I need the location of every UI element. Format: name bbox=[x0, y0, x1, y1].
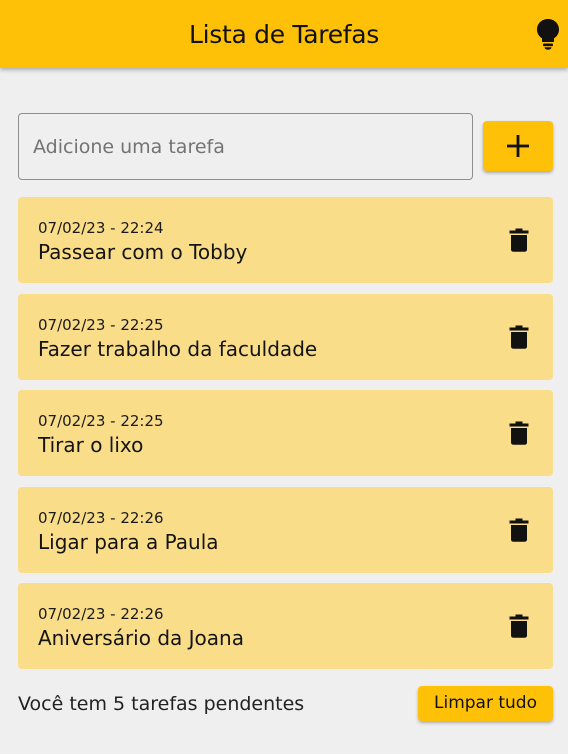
list-item: 07/02/23 - 22:25 Fazer trabalho da facul… bbox=[18, 293, 553, 380]
list-item: 07/02/23 - 22:26 Aniversário da Joana bbox=[18, 583, 553, 669]
trash-icon bbox=[509, 614, 529, 638]
task-input[interactable] bbox=[18, 113, 473, 180]
list-item: 07/02/23 - 22:24 Passear com o Tobby bbox=[18, 197, 553, 283]
clear-all-button[interactable]: Limpar tudo bbox=[418, 686, 553, 721]
footer: Você tem 5 tarefas pendentes Limpar tudo bbox=[18, 686, 553, 722]
trash-icon bbox=[509, 228, 529, 252]
app-bar: Lista de Tarefas bbox=[0, 0, 568, 68]
delete-task-button[interactable] bbox=[509, 421, 529, 445]
delete-task-button[interactable] bbox=[509, 325, 529, 349]
task-date: 07/02/23 - 22:25 bbox=[38, 412, 164, 430]
task-date: 07/02/23 - 22:26 bbox=[38, 508, 164, 527]
task-date: 07/02/23 - 22:24 bbox=[38, 219, 164, 237]
list-item: 07/02/23 - 22:26 Ligar para a Paula bbox=[18, 486, 553, 573]
task-list: 07/02/23 - 22:24 Passear com o Tobby 07/… bbox=[18, 197, 553, 680]
task-date: 07/02/23 - 22:25 bbox=[38, 315, 164, 334]
delete-task-button[interactable] bbox=[509, 228, 529, 252]
add-task-button[interactable] bbox=[483, 121, 553, 171]
page-title: Lista de Tarefas bbox=[188, 20, 380, 49]
task-title: Fazer trabalho da faculdade bbox=[38, 336, 318, 361]
task-title: Aniversário da Joana bbox=[38, 626, 244, 650]
pending-count-text: Você tem 5 tarefas pendentes bbox=[18, 693, 305, 715]
trash-icon bbox=[509, 421, 529, 445]
list-item: 07/02/23 - 22:25 Tirar o lixo bbox=[18, 390, 553, 476]
lightbulb-icon bbox=[537, 19, 559, 50]
trash-icon bbox=[509, 518, 529, 542]
delete-task-button[interactable] bbox=[509, 614, 529, 638]
task-title: Ligar para a Paula bbox=[38, 529, 219, 554]
delete-task-button[interactable] bbox=[509, 518, 529, 542]
task-title: Tirar o lixo bbox=[38, 433, 144, 457]
task-title: Passear com o Tobby bbox=[38, 240, 248, 264]
plus-icon bbox=[507, 135, 529, 157]
trash-icon bbox=[509, 325, 529, 349]
task-date: 07/02/23 - 22:26 bbox=[38, 605, 164, 623]
theme-toggle-button[interactable] bbox=[535, 18, 561, 50]
